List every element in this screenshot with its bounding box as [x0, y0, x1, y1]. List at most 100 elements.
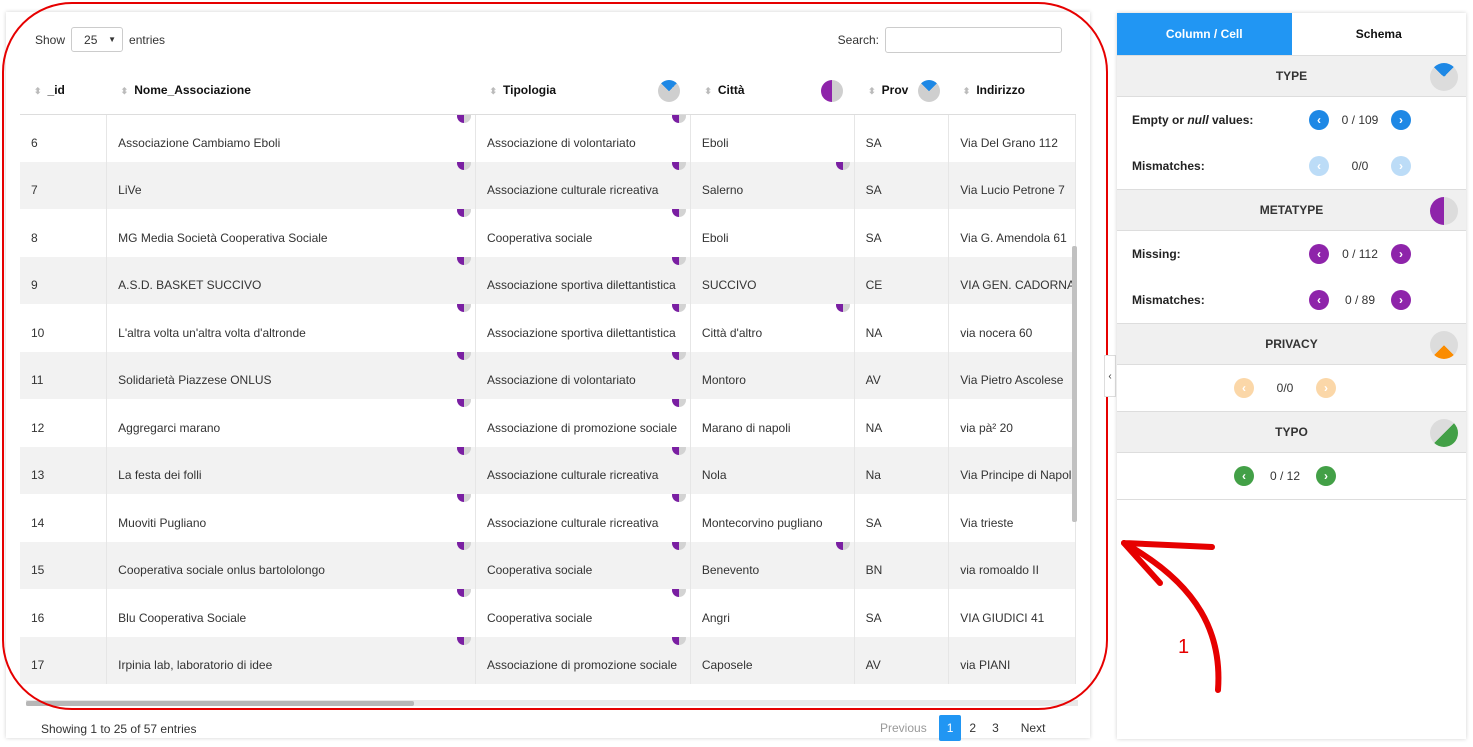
table-cell[interactable]: 12: [20, 399, 108, 447]
column-header-nome[interactable]: ⬍ Nome_Associazione: [106, 66, 476, 115]
table-cell[interactable]: 16: [20, 589, 108, 637]
table-cell[interactable]: Muoviti Pugliano: [106, 494, 476, 542]
table-cell[interactable]: 7: [20, 161, 108, 209]
table-cell[interactable]: Associazione di promozione sociale: [475, 636, 691, 684]
table-cell[interactable]: Associazione culturale ricreativa: [475, 161, 691, 209]
table-cell[interactable]: Cooperativa sociale: [475, 541, 691, 589]
table-cell[interactable]: 9: [20, 256, 108, 304]
column-header-tipologia[interactable]: ⬍ Tipologia: [475, 66, 691, 115]
table-cell[interactable]: SA: [854, 209, 950, 257]
table-cell[interactable]: VIA GEN. CADORNA: [948, 256, 1076, 304]
table-cell[interactable]: Eboli: [690, 114, 855, 162]
chevron-left-icon[interactable]: ‹: [1234, 378, 1254, 398]
table-cell[interactable]: Blu Cooperativa Sociale: [106, 589, 476, 637]
table-cell[interactable]: SA: [854, 494, 950, 542]
table-cell[interactable]: Montecorvino pugliano: [690, 494, 855, 542]
table-cell[interactable]: Associazione culturale ricreativa: [475, 446, 691, 494]
table-cell[interactable]: 6: [20, 114, 108, 162]
table-cell[interactable]: AV: [854, 351, 950, 399]
column-header-prov[interactable]: ⬍ Prov: [854, 66, 949, 115]
table-cell[interactable]: Associazione di volontariato: [475, 114, 691, 162]
table-cell[interactable]: Città d'altro: [690, 304, 855, 352]
table-cell[interactable]: Marano di napoli: [690, 399, 855, 447]
table-cell[interactable]: SA: [854, 114, 950, 162]
table-cell[interactable]: SA: [854, 161, 950, 209]
table-cell[interactable]: via nocera 60: [948, 304, 1076, 352]
table-cell[interactable]: A.S.D. BASKET SUCCIVO: [106, 256, 476, 304]
table-cell[interactable]: Na: [854, 446, 950, 494]
table-cell[interactable]: Benevento: [690, 541, 855, 589]
page-button-3[interactable]: 3: [984, 715, 1007, 741]
table-cell[interactable]: Via Pietro Ascolese: [948, 351, 1076, 399]
column-header-id[interactable]: ⬍ _id: [20, 66, 107, 115]
table-cell[interactable]: Angri: [690, 589, 855, 637]
chevron-left-icon[interactable]: ‹: [1234, 466, 1254, 486]
table-cell[interactable]: Aggregarci marano: [106, 399, 476, 447]
table-cell[interactable]: 15: [20, 541, 108, 589]
page-button-1[interactable]: 1: [938, 715, 962, 741]
table-cell[interactable]: Salerno: [690, 161, 855, 209]
chevron-right-icon[interactable]: ›: [1316, 466, 1336, 486]
vertical-scrollbar[interactable]: [1072, 246, 1077, 522]
table-cell[interactable]: BN: [854, 541, 950, 589]
table-cell[interactable]: AV: [854, 636, 950, 684]
table-cell[interactable]: Associazione di volontariato: [475, 351, 691, 399]
table-cell[interactable]: via PIANI: [948, 636, 1076, 684]
table-cell[interactable]: SA: [854, 589, 950, 637]
table-cell[interactable]: NA: [854, 399, 950, 447]
next-button[interactable]: Next: [1013, 715, 1054, 741]
search-input[interactable]: [885, 27, 1062, 53]
horizontal-scrollbar[interactable]: [26, 701, 414, 706]
table-cell[interactable]: Cooperativa sociale onlus bartololongo: [106, 541, 476, 589]
collapse-panel-button[interactable]: ‹: [1104, 355, 1116, 397]
table-cell[interactable]: Irpinia lab, laboratorio di idee: [106, 636, 476, 684]
previous-button[interactable]: Previous: [872, 715, 935, 741]
table-cell[interactable]: Associazione culturale ricreativa: [475, 494, 691, 542]
table-cell[interactable]: Via G. Amendola 61: [948, 209, 1076, 257]
table-cell[interactable]: CE: [854, 256, 950, 304]
table-cell[interactable]: 13: [20, 446, 108, 494]
column-header-citta[interactable]: ⬍ Città: [690, 66, 855, 115]
table-cell[interactable]: Associazione sportiva dilettantistica: [475, 256, 691, 304]
table-cell[interactable]: 10: [20, 304, 108, 352]
chevron-left-icon[interactable]: ‹: [1309, 290, 1329, 310]
chevron-left-icon[interactable]: ‹: [1309, 156, 1329, 176]
table-cell[interactable]: NA: [854, 304, 950, 352]
chevron-left-icon[interactable]: ‹: [1309, 110, 1329, 130]
table-cell[interactable]: 8: [20, 209, 108, 257]
chevron-right-icon[interactable]: ›: [1391, 156, 1411, 176]
table-cell[interactable]: Caposele: [690, 636, 855, 684]
table-cell[interactable]: Associazione sportiva dilettantistica: [475, 304, 691, 352]
table-cell[interactable]: Nola: [690, 446, 855, 494]
column-header-indirizzo[interactable]: ⬍ Indirizzo: [948, 66, 1076, 115]
table-cell[interactable]: 11: [20, 351, 108, 399]
table-cell[interactable]: Cooperativa sociale: [475, 209, 691, 257]
table-cell[interactable]: Associazione di promozione sociale: [475, 399, 691, 447]
tab-schema[interactable]: Schema: [1292, 13, 1467, 55]
table-cell[interactable]: Solidarietà Piazzese ONLUS: [106, 351, 476, 399]
table-cell[interactable]: Associazione Cambiamo Eboli: [106, 114, 476, 162]
table-cell[interactable]: VIA GIUDICI 41: [948, 589, 1076, 637]
table-cell[interactable]: 17: [20, 636, 108, 684]
table-cell[interactable]: L'altra volta un'altra volta d'altronde: [106, 304, 476, 352]
chevron-right-icon[interactable]: ›: [1391, 244, 1411, 264]
chevron-right-icon[interactable]: ›: [1316, 378, 1336, 398]
entries-select[interactable]: 25 ▼: [71, 27, 124, 52]
table-cell[interactable]: Via Lucio Petrone 7: [948, 161, 1076, 209]
chevron-right-icon[interactable]: ›: [1391, 110, 1411, 130]
table-cell[interactable]: Via trieste: [948, 494, 1076, 542]
table-cell[interactable]: Cooperativa sociale: [475, 589, 691, 637]
page-button-2[interactable]: 2: [961, 715, 984, 741]
tab-column-cell[interactable]: Column / Cell: [1117, 13, 1292, 55]
table-cell[interactable]: via romoaldo II: [948, 541, 1076, 589]
table-cell[interactable]: La festa dei folli: [106, 446, 476, 494]
table-cell[interactable]: LiVe: [106, 161, 476, 209]
table-scroll-area[interactable]: ⬍ _id ⬍ Nome_Associazione ⬍ Tipologia ⬍ Citt…: [20, 66, 1076, 694]
chevron-left-icon[interactable]: ‹: [1309, 244, 1329, 264]
chevron-right-icon[interactable]: ›: [1391, 290, 1411, 310]
table-cell[interactable]: via pà² 20: [948, 399, 1076, 447]
table-cell[interactable]: Eboli: [690, 209, 855, 257]
table-cell[interactable]: Via Del Grano 112: [948, 114, 1076, 162]
table-cell[interactable]: MG Media Società Cooperativa Sociale: [106, 209, 476, 257]
table-cell[interactable]: Montoro: [690, 351, 855, 399]
